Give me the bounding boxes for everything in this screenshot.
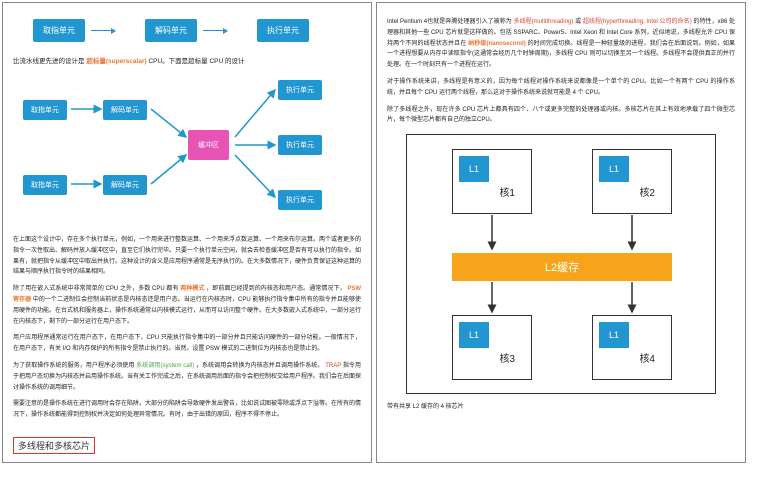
right-page: Intel Pentium 4也就是奔腾处理器引入了被称为 多线程(multit… — [376, 2, 746, 463]
multicore-connectors — [407, 135, 717, 395]
text: Intel Pentium 4也就是奔腾处理器引入了被称为 — [387, 19, 512, 25]
highlight: TRAP — [325, 363, 341, 369]
highlight: 两种模式 — [180, 286, 204, 292]
highlight: 纳秒级(nanosecond) — [468, 41, 526, 47]
highlight: 系统调用(system call) — [136, 363, 194, 369]
left-page: 取指单元 解码单元 执行单元 比流水线更先进的设计是 超标量(superscal… — [2, 2, 372, 463]
para-r2: 对于操作系统来讲，多线程是有意义的，因为每个线程对操作系统来说都像是一个单个的 … — [387, 77, 735, 99]
para-2: 除了用在嵌入式系统中非常简单的 CPU 之外，多数 CPU 都有 两种模式 ，即… — [13, 284, 361, 327]
pipeline-simple-diagram: 取指单元 解码单元 执行单元 — [33, 19, 361, 42]
text: ，即前面已经提到的内核态和用户态。通常情况下， — [206, 286, 345, 292]
arrow-icon — [91, 30, 115, 31]
text: 或 — [575, 19, 583, 25]
exec-unit-box: 执行单元 — [257, 19, 309, 42]
para-r3: 除了多线程之外，现在许多 CPU 芯片上都具有四个、八个或更多完整的处理器或内核… — [387, 105, 735, 127]
text: ，系统调用会转换为内核态并且调用操作系统。 — [196, 363, 324, 369]
para-3: 用户应用程序通常运行在用户态下，在用户态下，CPU 只能执行指令集中的一部分并且… — [13, 333, 361, 355]
text: 比流水线更先进的设计是 — [13, 58, 85, 65]
para-1: 在上面这个设计中，存在多个执行单元，例如，一个用来进行整数运算、一个用来浮点数运… — [13, 235, 361, 278]
decode-unit-box: 解码单元 — [145, 19, 197, 42]
section-heading: 多线程和多核芯片 — [13, 437, 95, 454]
superscalar-diagram: 取指单元 解码单元 取指单元 解码单元 缓冲区 执行单元 执行单元 执行单元 — [13, 75, 353, 225]
text: 除了用在嵌入式系统中非常简单的 CPU 之外，多数 CPU 都有 — [13, 286, 179, 292]
highlight: 超线程(hyperthreading, Intel 公司的命名) — [583, 19, 692, 25]
multicore-diagram: L1 核1 L1 核2 L1 核3 L1 核4 L2缓存 — [406, 134, 716, 394]
para-5: 需要注意的是操作系统在进行调用时会存在陷阱。大部分的陷阱会导致硬件发出警告，比如… — [13, 399, 361, 421]
highlight: 多线程(multithreading) — [514, 19, 574, 25]
text: 为了获取操作系统的服务，用户程序必须使用 — [13, 363, 134, 369]
diagram-connectors — [13, 75, 353, 225]
fetch-unit-box: 取指单元 — [33, 19, 85, 42]
caption-superscalar: 比流水线更先进的设计是 超标量(superscalar) CPU。下面是超标量 … — [13, 56, 361, 67]
text: 中的一个二进制位会控制当前状态是内核态还是用户态。当运行在内核态时，CPU 能够… — [13, 297, 361, 325]
multicore-caption: 带有共享 L2 缓存的 4 核芯片 — [387, 402, 735, 413]
para-r1: Intel Pentium 4也就是奔腾处理器引入了被称为 多线程(multit… — [387, 17, 735, 71]
highlight: 超标量(superscalar) — [86, 58, 146, 65]
para-4: 为了获取操作系统的服务，用户程序必须使用 系统调用(system call) ，… — [13, 361, 361, 393]
text: CPU。下面是超标量 CPU 的设计 — [148, 58, 244, 65]
arrow-icon — [203, 30, 227, 31]
